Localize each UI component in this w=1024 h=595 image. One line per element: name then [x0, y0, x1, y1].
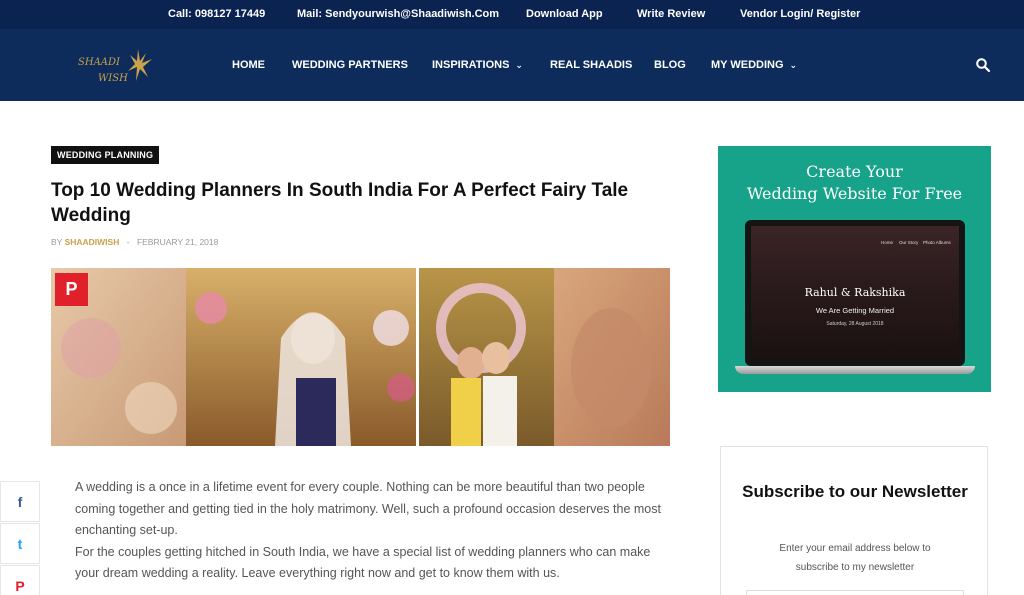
- laptop-screen: Home Our Story Photo Albums Rahul & Raks…: [745, 220, 965, 366]
- nav-blog[interactable]: BLOG: [654, 59, 686, 71]
- chevron-down-icon: ⌄: [515, 60, 523, 70]
- newsletter-email-input[interactable]: [746, 590, 964, 595]
- nav-home[interactable]: HOME: [232, 59, 265, 71]
- facebook-icon: f: [17, 494, 23, 510]
- search-icon[interactable]: [975, 57, 991, 73]
- share-facebook-button[interactable]: f: [0, 481, 40, 522]
- nav-inspirations-label: INSPIRATIONS: [432, 59, 510, 71]
- nav-my-wedding[interactable]: MY WEDDING ⌄: [711, 59, 797, 71]
- wedding-date-text: Saturday, 28 August 2018: [826, 321, 884, 327]
- download-app-link[interactable]: Download App: [526, 8, 603, 20]
- meta-separator: -: [126, 237, 130, 247]
- mini-nav-home: Home: [881, 240, 894, 245]
- logo-mark-icon: SHAADI WISH: [78, 49, 152, 84]
- newsletter-description: Enter your email address below to subscr…: [721, 539, 989, 577]
- article-paragraph-1: A wedding is a once in a lifetime event …: [75, 480, 661, 537]
- twitter-icon: t: [17, 536, 23, 552]
- share-twitter-button[interactable]: t: [0, 523, 40, 564]
- newsletter-widget: Subscribe to our Newsletter Enter your e…: [720, 446, 988, 595]
- laptop-illustration: Home Our Story Photo Albums Rahul & Raks…: [735, 220, 975, 374]
- article-meta: BY SHAADIWISH - FEBRUARY 21, 2018: [51, 237, 218, 247]
- ad-headline-line2: Wedding Website For Free: [746, 184, 963, 203]
- top-bar: Call: 098127 17449 Mail: Sendyourwish@Sh…: [0, 0, 1024, 29]
- write-review-link[interactable]: Write Review: [637, 8, 705, 20]
- ad-headline-line1: Create Your: [806, 162, 903, 181]
- hero-image: [51, 268, 670, 446]
- publish-date: FEBRUARY 21, 2018: [136, 237, 219, 247]
- call-link[interactable]: Call: 098127 17449: [168, 8, 265, 20]
- article-paragraph-2: For the couples getting hitched in South…: [75, 544, 651, 581]
- nav-wedding-partners[interactable]: WEDDING PARTNERS: [292, 59, 408, 71]
- hero-photo-collage: [51, 268, 670, 446]
- newsletter-title: Subscribe to our Newsletter: [742, 482, 968, 501]
- article-title: Top 10 Wedding Planners In South India F…: [51, 180, 629, 226]
- mail-link[interactable]: Mail: Sendyourwish@Shaadiwish.Com: [297, 8, 499, 20]
- laptop-base: [735, 366, 975, 374]
- main-navbar: SHAADI WISH HOME WEDDING PARTNERS INSPIR…: [0, 29, 1024, 101]
- mini-nav-photo-albums: Photo Albums: [923, 240, 951, 245]
- share-pinterest-button[interactable]: P: [0, 565, 40, 595]
- getting-married-text: We Are Getting Married: [815, 306, 895, 315]
- author-link[interactable]: SHAADIWISH: [65, 237, 120, 247]
- nav-real-shaadis[interactable]: REAL SHAADIS: [550, 59, 632, 71]
- svg-text:SHAADI: SHAADI: [78, 57, 121, 68]
- svg-text:WISH: WISH: [98, 73, 128, 84]
- newsletter-desc-line2: subscribe to my newsletter: [795, 562, 915, 573]
- couple-names: Rahul & Rakshika: [804, 286, 906, 299]
- byline-prefix: BY: [51, 237, 63, 247]
- pinterest-pin-button[interactable]: P: [55, 273, 88, 306]
- newsletter-desc-line1: Enter your email address below to: [779, 543, 931, 554]
- laptop-screen-content: Home Our Story Photo Albums Rahul & Raks…: [751, 226, 959, 360]
- wedding-website-ad[interactable]: Create Your Wedding Website For Free Hom…: [718, 146, 991, 392]
- article-body: A wedding is a once in a lifetime event …: [75, 477, 675, 585]
- nav-my-wedding-label: MY WEDDING: [711, 59, 784, 71]
- nav-inspirations[interactable]: INSPIRATIONS ⌄: [432, 59, 523, 71]
- mini-nav-our-story: Our Story: [899, 240, 919, 245]
- pinterest-icon: P: [15, 578, 25, 594]
- shaadiwish-logo[interactable]: SHAADI WISH: [76, 43, 160, 89]
- chevron-down-icon: ⌄: [789, 60, 798, 70]
- vendor-login-link[interactable]: Vendor Login/ Register: [740, 8, 860, 20]
- category-badge[interactable]: WEDDING PLANNING: [51, 146, 160, 164]
